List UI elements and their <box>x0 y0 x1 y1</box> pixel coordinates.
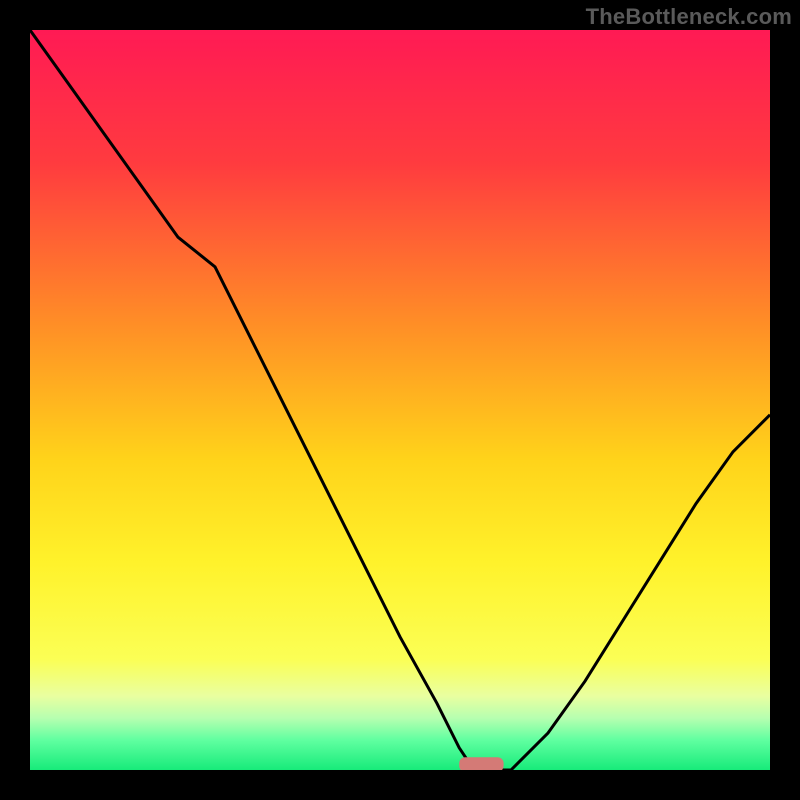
chart-frame: TheBottleneck.com <box>0 0 800 800</box>
watermark-text: TheBottleneck.com <box>586 4 792 30</box>
bottleneck-chart <box>30 30 770 770</box>
gradient-background <box>30 30 770 770</box>
optimal-marker <box>459 757 503 770</box>
plot-area <box>30 30 770 770</box>
